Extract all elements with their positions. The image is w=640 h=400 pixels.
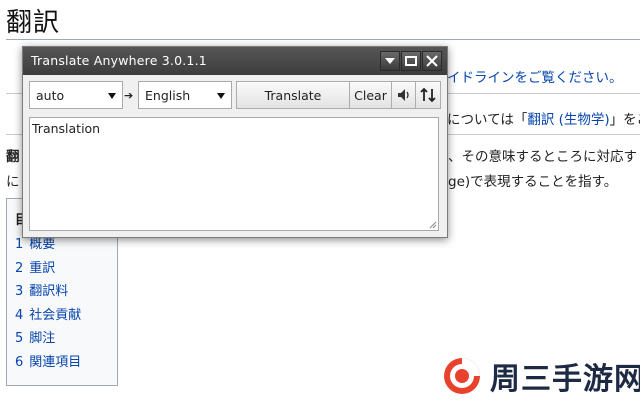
toc-item[interactable]: 5 脚注 [15,327,81,351]
swap-icon [420,87,436,103]
title-rule [6,39,640,40]
speak-button[interactable] [391,81,416,109]
hatnote-line-1: イドラインをご覧ください。 [447,66,623,86]
guideline-link[interactable]: イドラインをご覧ください。 [447,70,623,86]
watermark-logo-icon [444,358,480,394]
swap-languages-button[interactable] [415,81,441,109]
toc-label: 関連項目 [29,354,82,370]
chevron-down-icon [217,93,225,99]
toc-number: 4 [15,307,24,323]
target-language-value: English [145,88,191,103]
target-language-select[interactable]: English [138,81,232,109]
source-language-select[interactable]: auto [29,81,123,109]
translate-anywhere-window: Translate Anywhere 3.0.1.1 auto ➔ Englis… [22,46,448,238]
body-line-1-left: 翻 [6,149,20,165]
arrow-right-icon: ➔ [124,89,134,102]
body-line-2-right: ge)で表現することを指す。 [448,174,618,190]
watermark-text: 周三手游网 [490,362,640,397]
window-title: Translate Anywhere 3.0.1.1 [31,53,207,68]
source-language-value: auto [36,88,65,103]
toc-list: 1 概要 2 重訳 3 翻訳料 4 社会貢献 5 脚注 6 関連項目 [15,233,81,374]
clear-button[interactable]: Clear [349,81,392,109]
body-line-1-right: 、その意味するところに対応す [448,149,637,165]
speaker-icon [397,89,409,101]
close-icon [426,55,438,67]
toc-number: 2 [15,260,24,276]
toc-number: 3 [15,284,24,299]
watermark: 周三手游网 [442,352,640,398]
minimize-button[interactable] [380,51,400,71]
toc-label: 重訳 [29,260,56,276]
translation-biology-link[interactable]: 翻訳 (生物学) [527,112,609,128]
toc-item[interactable]: 4 社会貢献 [15,304,81,328]
maximize-icon [405,56,417,66]
hatnote-text-end: 」をご [609,112,640,128]
maximize-button[interactable] [401,51,421,71]
translate-button[interactable]: Translate [236,81,350,109]
translation-output-text: Translation [32,121,101,136]
hatnote-line-2: については「翻訳 (生物学)」をご [447,108,640,128]
toc-label: 社会貢献 [29,307,82,323]
toc-label: 脚注 [29,331,56,346]
toc-label: 概要 [29,237,56,252]
window-titlebar[interactable]: Translate Anywhere 3.0.1.1 [23,47,447,75]
chevron-down-icon [108,93,116,99]
minimize-icon [385,58,395,64]
page-title: 翻訳 [6,8,61,38]
body-line-2-left: に [6,174,20,190]
toc-item[interactable]: 2 重訳 [15,257,81,281]
toc-item[interactable]: 6 関連項目 [15,351,81,375]
close-button[interactable] [422,51,442,71]
toc-item[interactable]: 3 翻訳料 [15,280,81,304]
toc-number: 1 [15,237,24,252]
translation-output-textarea[interactable]: Translation [29,117,439,231]
resize-grip-icon[interactable] [429,221,437,229]
toc-label: 翻訳料 [29,284,69,299]
toc-number: 6 [15,354,24,370]
toc-number: 5 [15,331,24,346]
hatnote-text: については「 [447,112,528,128]
translate-toolbar: auto ➔ English Translate Clear [29,81,441,111]
